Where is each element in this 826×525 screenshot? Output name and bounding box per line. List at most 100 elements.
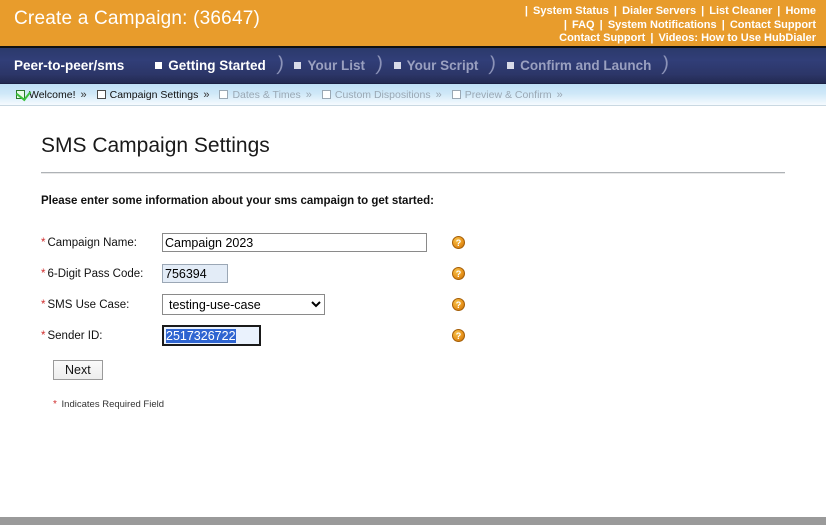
label-pass-code: * 6-Digit Pass Code: [41,268,162,280]
help-icon[interactable]: ? [452,329,465,342]
chevron-right-icon: » [305,88,312,101]
breadcrumb-item-welcome[interactable]: Welcome! » [16,89,87,101]
link-videos-how-to-use[interactable]: Videos: How to Use HubDialer [659,32,817,44]
header-sep: | [563,18,567,31]
control-sender-id [162,325,445,346]
breadcrumb-label: Campaign Settings [109,88,199,101]
chevron-right-icon: » [203,88,210,101]
help-icon[interactable]: ? [452,298,465,311]
breadcrumb-label: Dates & Times [232,88,301,101]
breadcrumb-item-campaign-settings[interactable]: Campaign Settings » [96,88,210,101]
label-sms-use-case: * SMS Use Case: [41,299,162,311]
link-dialer-servers[interactable]: Dialer Servers [622,5,696,17]
square-bullet-icon [155,62,163,69]
header-links-row-1: | System Status | Dialer Servers | List … [386,5,816,19]
tab-separator-icon: ) [488,52,498,75]
link-faq[interactable]: FAQ [572,19,595,31]
field-row-campaign-name: *Campaign Name: ? [41,227,826,258]
breadcrumb-label: Welcome! [29,88,76,101]
required-field-note: * Indicates Required Field [53,399,826,410]
link-contact-support[interactable]: Contact Support [730,19,816,31]
breadcrumb: Welcome! » Campaign Settings » Dates & T… [0,84,826,106]
tab-separator-icon: ) [275,52,285,75]
link-system-status[interactable]: System Status [533,5,609,17]
header-sep: | [599,18,603,31]
help-icon[interactable]: ? [452,267,465,280]
label-sender-id: * Sender ID: [41,330,162,342]
header-sep: | [721,18,725,31]
header-sep: | [701,5,705,17]
header-links: | System Status | Dialer Servers | List … [386,5,816,46]
header-links-row-2: | FAQ | System Notifications | Contact S… [386,19,816,33]
header-links-row-3: Contact Support | Videos: How to Use Hub… [386,32,816,46]
campaign-name-input[interactable] [162,233,427,252]
link-list-cleaner[interactable]: List Cleaner [709,5,772,17]
main-content: SMS Campaign Settings Please enter some … [0,106,826,501]
intro-text: Please enter some information about your… [41,195,435,207]
footer-bar [0,517,826,525]
required-asterisk: * [53,399,57,410]
tab-your-script[interactable]: Your Script [389,58,484,73]
square-bullet-icon [294,62,302,69]
sms-use-case-select[interactable]: testing-use-case [162,294,325,315]
field-row-pass-code: *6-Digit Pass Code: ? [41,258,826,289]
chevron-right-icon: » [435,88,442,101]
header-sep: | [524,5,528,17]
square-bullet-icon [393,62,401,69]
tab-label: Confirm and Launch [520,58,652,73]
field-label: Campaign Name: [47,236,137,249]
label-campaign-name: * Campaign Name: [41,237,162,249]
square-bullet-icon [507,62,515,69]
required-asterisk: * [41,236,46,249]
checkbox-checked-icon [16,90,25,99]
control-campaign-name [162,233,445,252]
nav-brand-label: Peer-to-peer/sms [14,58,125,73]
select-wrapper: testing-use-case [162,294,325,315]
page-title-header: Create a Campaign: (36647) [14,8,261,29]
header-sep: | [650,32,654,44]
header-sep: | [613,5,617,17]
chevron-right-icon: » [556,88,563,101]
tab-getting-started[interactable]: Getting Started [150,58,271,73]
checkbox-icon [219,90,229,99]
wizard-tab-bar: Peer-to-peer/sms Getting Started ) Your … [0,48,826,84]
pass-code-input[interactable] [162,264,228,283]
title-divider [41,172,785,174]
link-contact-support-2[interactable]: Contact Support [559,32,645,44]
field-label: Sender ID: [47,329,103,342]
field-label: 6-Digit Pass Code: [47,267,144,280]
tab-separator-icon: ) [661,52,671,75]
tab-confirm-and-launch[interactable]: Confirm and Launch [502,58,656,73]
tab-your-list[interactable]: Your List [289,58,370,73]
header-sep: | [777,5,781,17]
sender-id-input[interactable] [162,325,261,346]
link-system-notifications[interactable]: System Notifications [608,19,717,31]
next-button[interactable]: Next [53,360,103,380]
breadcrumb-item-custom-dispositions[interactable]: Custom Dispositions » [321,88,442,101]
control-pass-code [162,264,445,283]
button-row: Next [41,360,826,380]
checkbox-icon [451,90,461,99]
checkbox-icon [321,90,331,99]
link-home[interactable]: Home [785,5,816,17]
breadcrumb-item-dates-times[interactable]: Dates & Times » [219,88,312,101]
chevron-right-icon: » [80,88,87,101]
field-row-sender-id: *Sender ID: ? [41,320,826,351]
required-note-text: Indicates Required Field [61,399,164,410]
tab-label: Getting Started [168,58,266,73]
app-header: Create a Campaign: (36647) | System Stat… [0,0,826,48]
tab-label: Your List [307,58,365,73]
help-icon[interactable]: ? [452,236,465,249]
field-label: SMS Use Case: [47,298,130,311]
field-row-sms-use-case: * SMS Use Case: testing-use-case ? [41,289,826,320]
tab-label: Your Script [406,58,479,73]
campaign-settings-form: *Campaign Name: ? *6-Digit Pass Code: ? … [41,227,826,410]
required-asterisk: * [41,298,46,311]
checkbox-icon [96,90,106,99]
breadcrumb-item-preview-confirm[interactable]: Preview & Confirm » [451,88,563,101]
tab-separator-icon: ) [375,52,385,75]
breadcrumb-label: Preview & Confirm [464,88,552,101]
control-sms-use-case: testing-use-case [162,294,445,315]
required-asterisk: * [41,267,46,280]
breadcrumb-label: Custom Dispositions [334,88,431,101]
